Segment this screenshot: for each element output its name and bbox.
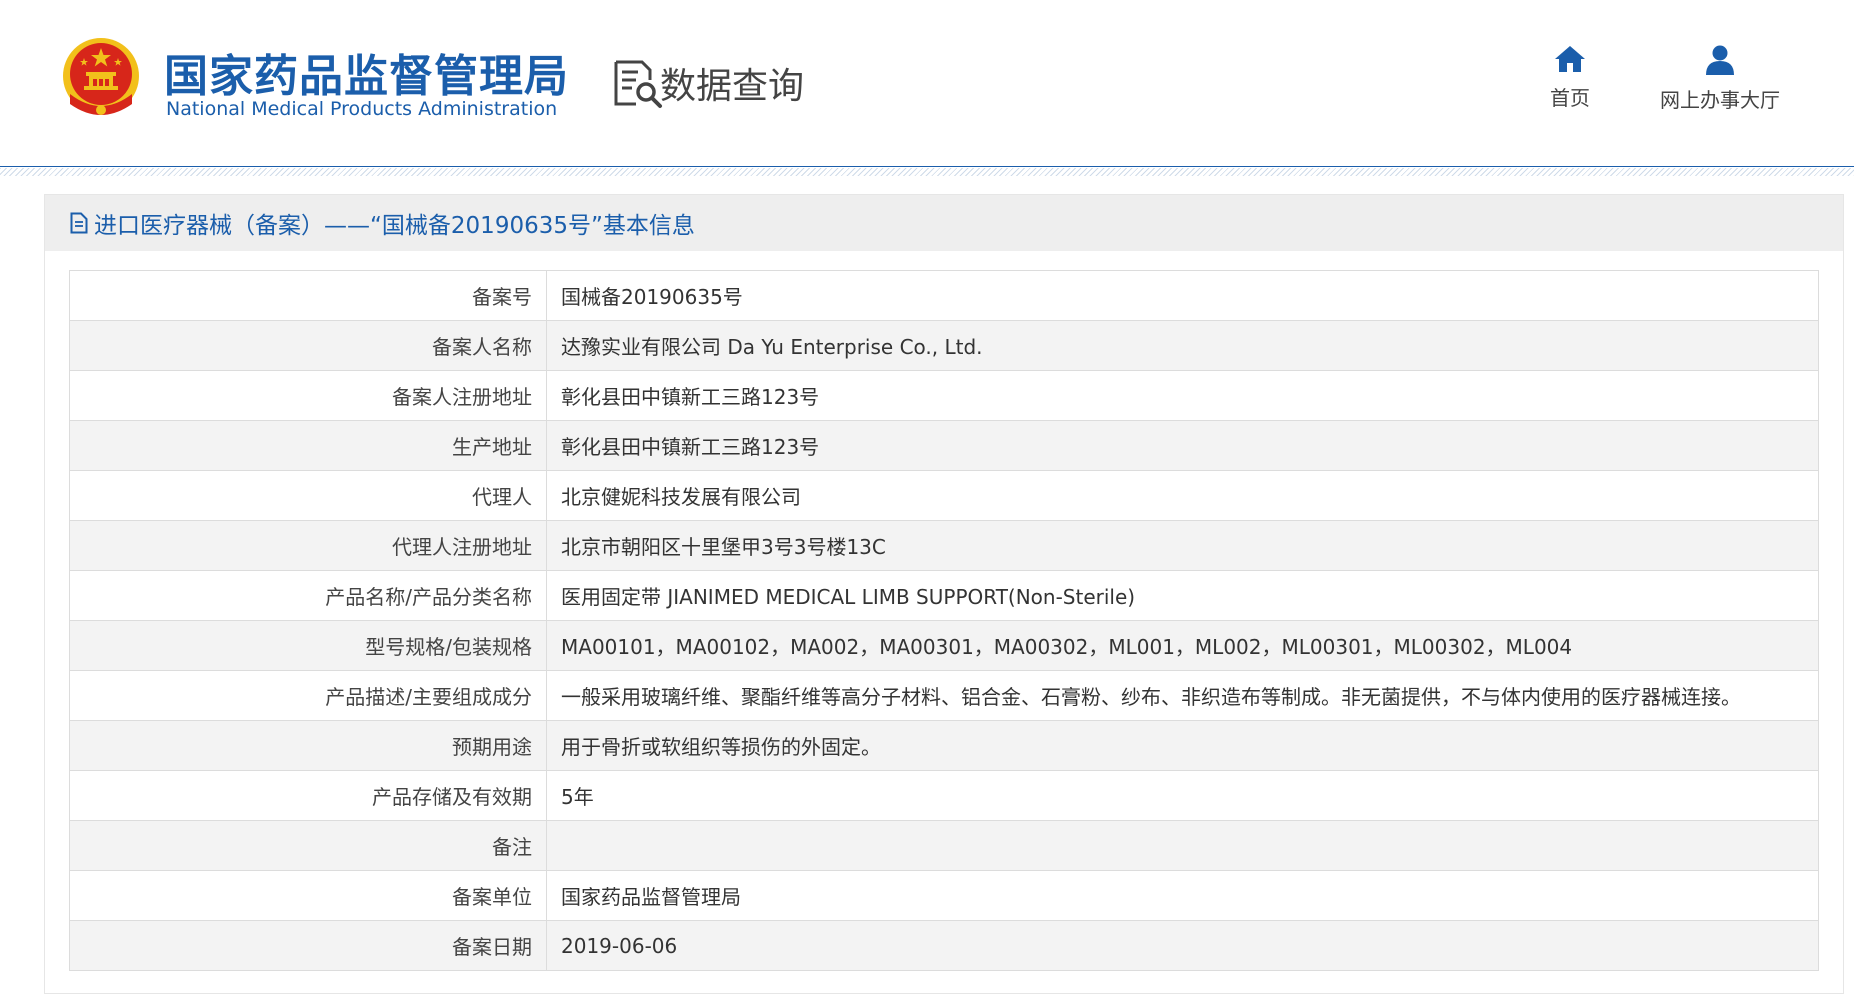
field-label: 代理人 [69,470,547,521]
nav-home-label: 首页 [1550,86,1590,110]
table-row: 产品存储及有效期 5年 [69,770,1819,821]
header-divider [0,166,1854,167]
panel-title: 进口医疗器械（备案）——“国械备20190635号”基本信息 [94,213,695,239]
field-label: 备案日期 [69,920,547,971]
home-icon [1555,46,1585,72]
table-row: 备案单位 国家药品监督管理局 [69,870,1819,921]
nav-service-hall-label: 网上办事大厅 [1660,88,1780,112]
field-label: 产品存储及有效期 [69,770,547,821]
field-value: 达豫实业有限公司 Da Yu Enterprise Co., Ltd. [546,320,1819,371]
table-row: 备注 [69,820,1819,871]
field-value: 国械备20190635号 [546,270,1819,321]
document-search-icon [614,60,662,108]
field-value: 医用固定带 JIANIMED MEDICAL LIMB SUPPORT(Non-… [546,570,1819,621]
field-label: 型号规格/包装规格 [69,620,547,671]
field-label: 备注 [69,820,547,871]
field-label: 代理人注册地址 [69,520,547,571]
header-hatch-strip [0,168,1854,176]
field-label: 产品描述/主要组成成分 [69,670,547,721]
field-value: 彰化县田中镇新工三路123号 [546,370,1819,421]
field-label: 产品名称/产品分类名称 [69,570,547,621]
nav-service-hall-link[interactable]: 网上办事大厅 [1650,44,1790,113]
field-label: 备案人名称 [69,320,547,371]
nav-home-link[interactable]: 首页 [1540,44,1600,111]
table-row: 型号规格/包装规格 MA00101，MA00102，MA002，MA00301，… [69,620,1819,671]
service-title: 数据查询 [660,66,805,107]
user-icon [1706,45,1734,75]
panel-header: 进口医疗器械（备案）——“国械备20190635号”基本信息 [45,195,1843,251]
table-row: 产品名称/产品分类名称 医用固定带 JIANIMED MEDICAL LIMB … [69,570,1819,621]
table-row: 代理人注册地址 北京市朝阳区十里堡甲3号3号楼13C [69,520,1819,571]
field-value: 北京健妮科技发展有限公司 [546,470,1819,521]
field-value: 一般采用玻璃纤维、聚酯纤维等高分子材料、铝合金、石膏粉、纱布、非织造布等制成。非… [546,670,1819,721]
field-label: 备案单位 [69,870,547,921]
field-value: MA00101，MA00102，MA002，MA00301，MA00302，ML… [546,620,1819,671]
record-panel: 进口医疗器械（备案）——“国械备20190635号”基本信息 备案号 国械备20… [44,194,1844,994]
field-label: 生产地址 [69,420,547,471]
field-value: 用于骨折或软组织等损伤的外固定。 [546,720,1819,771]
table-row: 预期用途 用于骨折或软组织等损伤的外固定。 [69,720,1819,771]
record-table: 备案号 国械备20190635号 备案人名称 达豫实业有限公司 Da Yu En… [69,270,1819,971]
site-header: 国家药品监督管理局 National Medical Products Admi… [0,0,1854,176]
national-emblem-icon[interactable] [60,34,142,122]
field-value [546,820,1819,871]
field-label: 备案人注册地址 [69,370,547,421]
field-value: 北京市朝阳区十里堡甲3号3号楼13C [546,520,1819,571]
brand-name-cn: 国家药品监督管理局 [164,51,569,102]
table-row: 备案日期 2019-06-06 [69,920,1819,971]
field-value: 5年 [546,770,1819,821]
table-row: 生产地址 彰化县田中镇新工三路123号 [69,420,1819,471]
table-row: 备案人名称 达豫实业有限公司 Da Yu Enterprise Co., Ltd… [69,320,1819,371]
field-value: 彰化县田中镇新工三路123号 [546,420,1819,471]
table-row: 代理人 北京健妮科技发展有限公司 [69,470,1819,521]
field-value: 2019-06-06 [546,920,1819,971]
table-row: 备案人注册地址 彰化县田中镇新工三路123号 [69,370,1819,421]
brand-name-en: National Medical Products Administration [166,98,558,120]
document-icon [70,212,88,234]
table-row: 备案号 国械备20190635号 [69,270,1819,321]
field-label: 预期用途 [69,720,547,771]
table-row: 产品描述/主要组成成分 一般采用玻璃纤维、聚酯纤维等高分子材料、铝合金、石膏粉、… [69,670,1819,721]
field-label: 备案号 [69,270,547,321]
field-value: 国家药品监督管理局 [546,870,1819,921]
